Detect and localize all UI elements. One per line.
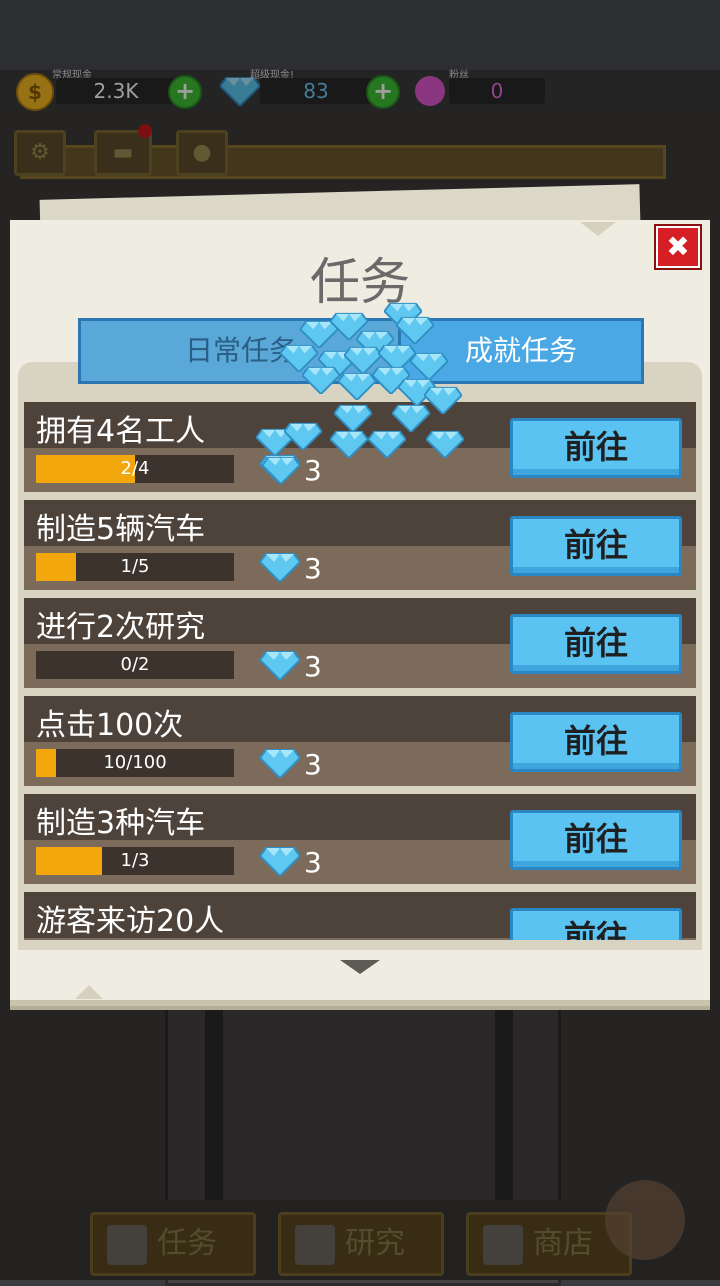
panel-notch <box>580 222 616 236</box>
gem-icon <box>426 430 464 458</box>
gem-icon <box>258 553 302 586</box>
quest-row: 点击100次 10/100 3 前往 <box>24 696 696 786</box>
quest-progress-bar: 2/4 <box>36 455 234 483</box>
quest-progress-text: 0/2 <box>120 654 150 675</box>
quest-progress-text: 1/5 <box>120 556 150 577</box>
panel-foot-notch <box>75 985 103 999</box>
scroll-down-icon[interactable] <box>340 960 380 974</box>
quest-row: 游客来访20人3前往 <box>24 892 696 940</box>
gem-icon <box>262 456 300 484</box>
quest-reward-amount: 3 <box>304 650 322 683</box>
gem-icon <box>330 430 368 458</box>
gem-icon <box>302 366 340 394</box>
panel-title: 任务 <box>310 253 410 311</box>
gem-icon <box>258 847 302 880</box>
gem-icon <box>258 651 302 684</box>
gem-icon <box>258 749 302 782</box>
quest-go-button[interactable]: 前往 <box>510 516 682 576</box>
quest-progress-text: 1/3 <box>120 850 150 871</box>
quest-go-button[interactable]: 前往 <box>510 908 682 940</box>
quest-reward-amount: 3 <box>304 552 322 585</box>
gem-icon <box>392 404 430 432</box>
quest-title: 制造5辆汽车 <box>36 512 206 547</box>
gem-icon <box>338 372 376 400</box>
quest-reward-amount: 3 <box>304 748 322 781</box>
quest-progress-text: 10/100 <box>103 752 167 773</box>
quest-reward-amount: 3 <box>304 846 322 879</box>
quest-title: 拥有4名工人 <box>36 414 206 449</box>
quest-go-button[interactable]: 前往 <box>510 418 682 478</box>
quest-go-button[interactable]: 前往 <box>510 810 682 870</box>
quest-title: 点击100次 <box>36 708 184 743</box>
quest-progress-text: 2/4 <box>120 458 150 479</box>
quest-row: 进行2次研究 0/2 3 前往 <box>24 598 696 688</box>
gem-icon <box>396 316 434 344</box>
gem-icon <box>334 404 372 432</box>
quest-progress-bar: 0/2 <box>36 651 234 679</box>
quest-row: 制造3种汽车 1/3 3 前往 <box>24 794 696 884</box>
quest-reward: 3 <box>258 846 322 880</box>
quest-progress-bar: 10/100 <box>36 749 234 777</box>
quest-go-button[interactable]: 前往 <box>510 614 682 674</box>
quest-reward: 3 <box>258 650 322 684</box>
gem-icon <box>368 430 406 458</box>
quest-reward: 3 <box>258 552 322 586</box>
quest-title: 制造3种汽车 <box>36 806 206 841</box>
quest-title: 进行2次研究 <box>36 610 206 645</box>
quest-reward: 3 <box>258 748 322 782</box>
quest-go-button[interactable]: 前往 <box>510 712 682 772</box>
gem-icon <box>284 422 322 450</box>
quest-row: 制造5辆汽车 1/5 3 前往 <box>24 500 696 590</box>
quest-title: 游客来访20人 <box>36 904 225 939</box>
quest-reward-amount: 3 <box>304 454 322 487</box>
quest-progress-bar: 1/3 <box>36 847 234 875</box>
quest-progress-bar: 1/5 <box>36 553 234 581</box>
gem-icon <box>410 352 448 380</box>
